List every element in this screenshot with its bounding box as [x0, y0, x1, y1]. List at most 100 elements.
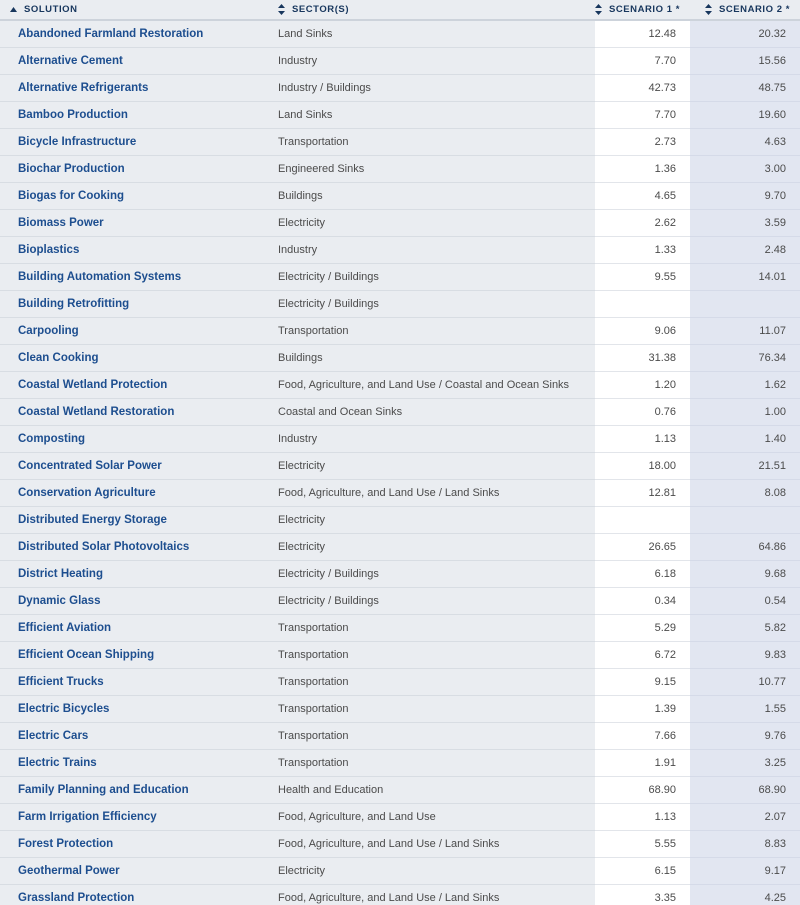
table-row[interactable]: Biomass Power Electricity 2.62 3.59: [0, 209, 800, 237]
cell-solution[interactable]: Clean Cooking: [0, 344, 268, 372]
solution-link[interactable]: Abandoned Farmland Restoration: [18, 28, 203, 40]
cell-solution[interactable]: Geothermal Power: [0, 857, 268, 885]
table-row[interactable]: Conservation Agriculture Food, Agricultur…: [0, 479, 800, 507]
solution-link[interactable]: Coastal Wetland Restoration: [18, 406, 174, 418]
table-row[interactable]: Electric Trains Transportation 1.91 3.25: [0, 749, 800, 777]
solution-link[interactable]: Alternative Cement: [18, 55, 123, 67]
solution-link[interactable]: Family Planning and Education: [18, 784, 189, 796]
solution-link[interactable]: Building Retrofitting: [18, 298, 129, 310]
solution-link[interactable]: Electric Trains: [18, 757, 97, 769]
cell-solution[interactable]: Efficient Trucks: [0, 668, 268, 696]
table-row[interactable]: Biochar Production Engineered Sinks 1.36 3.…: [0, 155, 800, 183]
solution-link[interactable]: Coastal Wetland Protection: [18, 379, 167, 391]
table-row[interactable]: Dynamic Glass Electricity / Buildings 0.34…: [0, 587, 800, 615]
table-row[interactable]: District Heating Electricity / Buildings 6…: [0, 560, 800, 588]
table-row[interactable]: Electric Bicycles Transportation 1.39 1.55: [0, 695, 800, 723]
cell-solution[interactable]: Efficient Ocean Shipping: [0, 641, 268, 669]
solution-link[interactable]: Electric Bicycles: [18, 703, 109, 715]
table-row[interactable]: Distributed Solar Photovoltaics Electrici…: [0, 533, 800, 561]
table-row[interactable]: Bicycle Infrastructure Transportation 2.73…: [0, 128, 800, 156]
cell-solution[interactable]: Bioplastics: [0, 236, 268, 264]
table-row[interactable]: Bioplastics Industry 1.33 2.48: [0, 236, 800, 264]
solution-link[interactable]: Grassland Protection: [18, 892, 134, 904]
cell-solution[interactable]: Conservation Agriculture: [0, 479, 268, 507]
solution-link[interactable]: Bicycle Infrastructure: [18, 136, 136, 148]
cell-solution[interactable]: Building Automation Systems: [0, 263, 268, 291]
solution-link[interactable]: Distributed Energy Storage: [18, 514, 167, 526]
solution-link[interactable]: Concentrated Solar Power: [18, 460, 162, 472]
cell-solution[interactable]: Efficient Aviation: [0, 614, 268, 642]
sort-both-icon[interactable]: [278, 4, 285, 15]
table-row[interactable]: Efficient Aviation Transportation 5.29 5.82: [0, 614, 800, 642]
table-row[interactable]: Grassland Protection Food, Agriculture, a…: [0, 884, 800, 905]
table-row[interactable]: Efficient Trucks Transportation 9.15 10.77: [0, 668, 800, 696]
solution-link[interactable]: Efficient Aviation: [18, 622, 111, 634]
cell-solution[interactable]: Bamboo Production: [0, 101, 268, 129]
cell-solution[interactable]: Dynamic Glass: [0, 587, 268, 615]
table-row[interactable]: Building Retrofitting Electricity / Build…: [0, 290, 800, 318]
solution-link[interactable]: Clean Cooking: [18, 352, 99, 364]
solution-link[interactable]: Electric Cars: [18, 730, 88, 742]
solution-link[interactable]: Bamboo Production: [18, 109, 128, 121]
solution-link[interactable]: Composting: [18, 433, 85, 445]
table-row[interactable]: Building Automation Systems Electricity /…: [0, 263, 800, 291]
cell-solution[interactable]: Coastal Wetland Protection: [0, 371, 268, 399]
cell-solution[interactable]: Biogas for Cooking: [0, 182, 268, 210]
cell-solution[interactable]: Abandoned Farmland Restoration: [0, 20, 268, 48]
table-row[interactable]: Abandoned Farmland Restoration Land Sinks…: [0, 20, 800, 48]
table-row[interactable]: Alternative Cement Industry 7.70 15.56: [0, 47, 800, 75]
table-row[interactable]: Coastal Wetland Protection Food, Agricult…: [0, 371, 800, 399]
solution-link[interactable]: Biogas for Cooking: [18, 190, 124, 202]
cell-solution[interactable]: Forest Protection: [0, 830, 268, 858]
table-row[interactable]: Forest Protection Food, Agriculture, and …: [0, 830, 800, 858]
sort-asc-icon[interactable]: [10, 7, 17, 12]
cell-solution[interactable]: Electric Cars: [0, 722, 268, 750]
solution-link[interactable]: Efficient Trucks: [18, 676, 104, 688]
column-header-solution[interactable]: SOLUTION: [0, 0, 268, 21]
table-row[interactable]: Coastal Wetland Restoration Coastal and O…: [0, 398, 800, 426]
table-row[interactable]: Geothermal Power Electricity 6.15 9.17: [0, 857, 800, 885]
solution-link[interactable]: Building Automation Systems: [18, 271, 181, 283]
column-header-scenario-1[interactable]: SCENARIO 1 *: [594, 0, 690, 21]
table-row[interactable]: Clean Cooking Buildings 31.38 76.34: [0, 344, 800, 372]
table-row[interactable]: Concentrated Solar Power Electricity 18.00…: [0, 452, 800, 480]
column-header-scenario-2[interactable]: SCENARIO 2 *: [690, 0, 800, 21]
solution-link[interactable]: Alternative Refrigerants: [18, 82, 148, 94]
solution-link[interactable]: Biomass Power: [18, 217, 104, 229]
sort-both-icon[interactable]: [594, 4, 602, 15]
cell-solution[interactable]: Biomass Power: [0, 209, 268, 237]
cell-solution[interactable]: Biochar Production: [0, 155, 268, 183]
sort-both-icon[interactable]: [704, 4, 712, 15]
table-row[interactable]: Efficient Ocean Shipping Transportation 6.…: [0, 641, 800, 669]
solution-link[interactable]: Bioplastics: [18, 244, 79, 256]
table-row[interactable]: Carpooling Transportation 9.06 11.07: [0, 317, 800, 345]
column-header-sector[interactable]: SECTOR(S): [268, 0, 595, 21]
solution-link[interactable]: Biochar Production: [18, 163, 125, 175]
cell-solution[interactable]: Farm Irrigation Efficiency: [0, 803, 268, 831]
cell-solution[interactable]: Electric Bicycles: [0, 695, 268, 723]
cell-solution[interactable]: Carpooling: [0, 317, 268, 345]
table-row[interactable]: Alternative Refrigerants Industry / Build…: [0, 74, 800, 102]
table-row[interactable]: Farm Irrigation Efficiency Food, Agricult…: [0, 803, 800, 831]
solution-link[interactable]: Forest Protection: [18, 838, 113, 850]
cell-solution[interactable]: Coastal Wetland Restoration: [0, 398, 268, 426]
cell-solution[interactable]: Grassland Protection: [0, 884, 268, 905]
cell-solution[interactable]: Composting: [0, 425, 268, 453]
cell-solution[interactable]: Building Retrofitting: [0, 290, 268, 318]
table-row[interactable]: Composting Industry 1.13 1.40: [0, 425, 800, 453]
cell-solution[interactable]: Alternative Cement: [0, 47, 268, 75]
table-row[interactable]: Family Planning and Education Health and …: [0, 776, 800, 804]
cell-solution[interactable]: Family Planning and Education: [0, 776, 268, 804]
cell-solution[interactable]: Electric Trains: [0, 749, 268, 777]
solution-link[interactable]: Geothermal Power: [18, 865, 120, 877]
solution-link[interactable]: Carpooling: [18, 325, 79, 337]
solution-link[interactable]: District Heating: [18, 568, 103, 580]
table-row[interactable]: Electric Cars Transportation 7.66 9.76: [0, 722, 800, 750]
solution-link[interactable]: Distributed Solar Photovoltaics: [18, 541, 189, 553]
cell-solution[interactable]: Distributed Energy Storage: [0, 506, 268, 534]
cell-solution[interactable]: Concentrated Solar Power: [0, 452, 268, 480]
table-row[interactable]: Biogas for Cooking Buildings 4.65 9.70: [0, 182, 800, 210]
cell-solution[interactable]: Bicycle Infrastructure: [0, 128, 268, 156]
cell-solution[interactable]: Alternative Refrigerants: [0, 74, 268, 102]
solution-link[interactable]: Farm Irrigation Efficiency: [18, 811, 157, 823]
